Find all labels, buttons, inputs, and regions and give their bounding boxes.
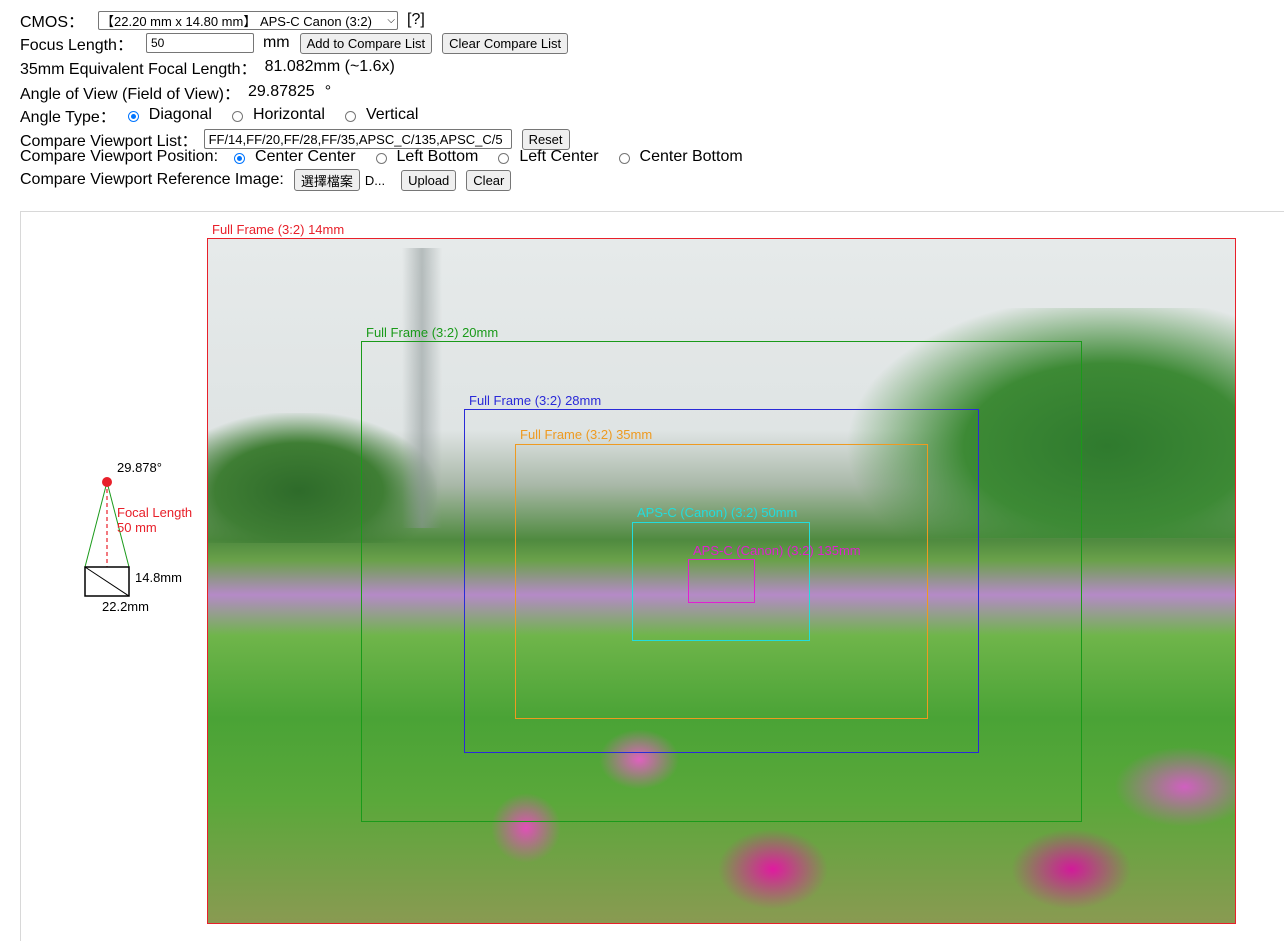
add-compare-button[interactable]: Add to Compare List (299, 32, 433, 54)
radio-checked-icon[interactable] (234, 152, 246, 164)
radio-icon[interactable] (498, 152, 510, 164)
diagram-focal-label: Focal Length (117, 505, 193, 520)
position-center-bottom-label: Center Bottom (639, 148, 743, 165)
position-row: Compare Viewport Position: Center Center… (20, 148, 763, 166)
angle-type-vertical-label: Vertical (365, 106, 419, 123)
choose-file-button[interactable]: 選擇檔案 (293, 169, 360, 191)
cmos-row: CMOS： 【22.20 mm x 14.80 mm】 APS-C Canon … (20, 8, 425, 32)
upload-button[interactable]: Upload (401, 169, 457, 191)
radio-icon[interactable] (344, 110, 356, 122)
viewport-ff-35-label: Full Frame (3:2) 35mm (520, 427, 653, 442)
focus-length-input[interactable] (145, 33, 254, 53)
reset-button[interactable]: Reset (521, 128, 570, 150)
equiv-row: 35mm Equivalent Focal Length： 81.082mm (… (20, 55, 395, 79)
angle-type-diagonal-label: Diagonal (148, 106, 212, 123)
position-left-center[interactable]: Left Center (498, 148, 599, 166)
viewport-list-input[interactable] (203, 129, 512, 149)
angle-type-vertical[interactable]: Vertical (344, 106, 419, 124)
radio-icon[interactable] (618, 152, 630, 164)
lens-point-icon (102, 477, 112, 487)
diagram-height: 14.8mm (135, 570, 182, 585)
angle-type-horizontal[interactable]: Horizontal (231, 106, 325, 124)
angle-line-left (84, 481, 108, 568)
radio-icon[interactable] (231, 110, 243, 122)
position-left-bottom[interactable]: Left Bottom (375, 148, 479, 166)
ref-image-row: Compare Viewport Reference Image: 選擇檔案 D… (20, 169, 512, 191)
position-label: Compare Viewport Position: (20, 148, 219, 165)
ref-image-label: Compare Viewport Reference Image: (20, 171, 284, 188)
position-center-bottom[interactable]: Center Bottom (618, 148, 743, 166)
sensor-diagonal (84, 566, 130, 597)
help-link[interactable]: [?] (407, 11, 425, 29)
diagram-angle: 29.878° (117, 460, 162, 475)
viewport-apsc-135 (688, 559, 755, 603)
equiv-label: 35mm Equivalent Focal Length： (20, 61, 257, 78)
angle-type-horizontal-label: Horizontal (252, 106, 325, 123)
viewport-ff-28-label: Full Frame (3:2) 28mm (469, 393, 602, 408)
cmos-select[interactable]: 【22.20 mm x 14.80 mm】 APS-C Canon (3:2) … (98, 10, 399, 30)
sensor-diagram (84, 477, 130, 597)
viewport-ff-14-label: Full Frame (3:2) 14mm (212, 222, 345, 237)
aov-label: Angle of View (Field of View)： (20, 86, 240, 103)
clear-compare-button[interactable]: Clear Compare List (442, 32, 569, 54)
focus-unit: mm (262, 34, 290, 51)
cmos-label: CMOS： (20, 14, 85, 31)
aov-row: Angle of View (Field of View)： 29.87825 … (20, 80, 331, 104)
diagram-focal-value: 50 mm (117, 520, 157, 535)
aov-value: 29.87825 (247, 83, 315, 100)
position-center-center-label: Center Center (255, 148, 356, 165)
radio-checked-icon[interactable] (127, 110, 139, 122)
cmos-select-value: 【22.20 mm x 14.80 mm】 APS-C Canon (3:2) (101, 13, 372, 29)
diagram-width: 22.2mm (102, 599, 149, 614)
focus-row: Focus Length： mm Add to Compare List Cle… (20, 31, 569, 55)
angle-type-label: Angle Type： (20, 109, 116, 126)
radio-icon[interactable] (375, 152, 387, 164)
position-center-center[interactable]: Center Center (234, 148, 356, 166)
chevron-down-icon: ⌵ (387, 14, 396, 26)
position-left-center-label: Left Center (519, 148, 599, 165)
equiv-value: 81.082mm (~1.6x) (264, 58, 395, 75)
viewport-apsc-135-label: APS-C (Canon) (3:2) 135mm (693, 543, 861, 558)
angle-type-row: Angle Type： Diagonal Horizontal Vertical (20, 103, 438, 127)
aov-unit: ° (324, 83, 332, 100)
file-name: D... (364, 172, 386, 188)
viewport-apsc-50-label: APS-C (Canon) (3:2) 50mm (637, 505, 798, 520)
viewport-ff-20-label: Full Frame (3:2) 20mm (366, 325, 499, 340)
position-left-bottom-label: Left Bottom (396, 148, 479, 165)
angle-type-diagonal[interactable]: Diagonal (127, 106, 212, 124)
focus-label: Focus Length： (20, 37, 133, 54)
clear-button[interactable]: Clear (466, 169, 512, 191)
